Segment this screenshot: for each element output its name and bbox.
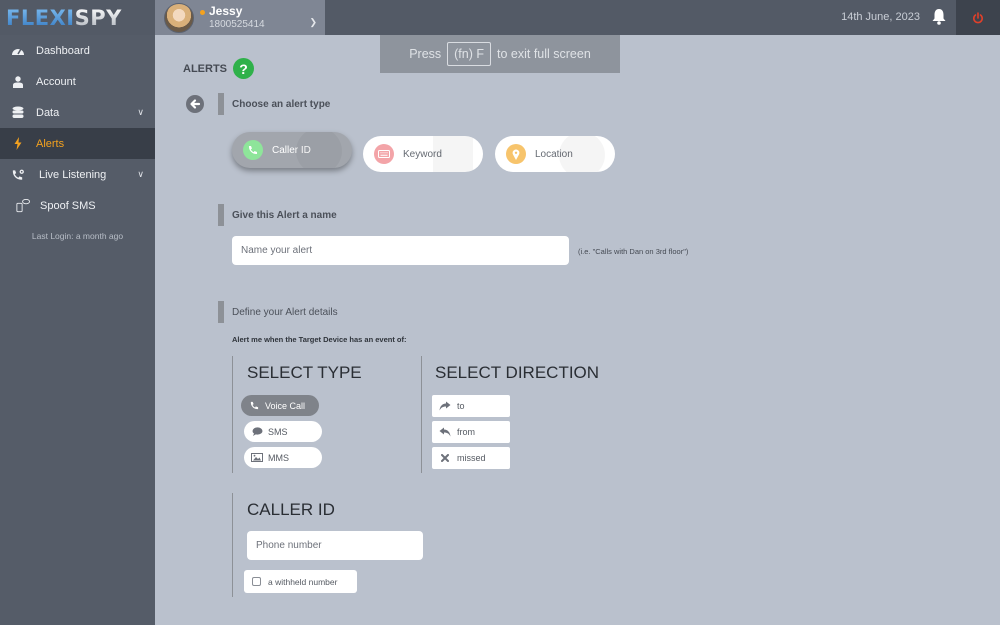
type-option-label: MMS [268,452,289,463]
section-label: Choose an alert type [232,98,331,110]
withheld-label: a withheld number [268,576,338,587]
divider-left [232,356,233,473]
direction-label: from [457,427,475,437]
alert-type-location[interactable]: Location [495,136,615,172]
image-icon [251,453,263,462]
type-option-label: Voice Call [265,400,306,411]
sidebar-item-label: Account [36,75,76,88]
sidebar: Dashboard Account Data ∨ Alerts Live Lis… [0,35,155,625]
top-bar: FLEXI SPY Jessy 1800525414 ❯ 14th June, 2… [0,0,1000,35]
user-menu[interactable]: Jessy 1800525414 ❯ [155,0,325,35]
bell-icon[interactable] [931,8,947,25]
sidebar-item-live-listening[interactable]: Live Listening ∨ [0,159,155,190]
sidebar-item-dashboard[interactable]: Dashboard [0,35,155,66]
page-title-text: ALERTS [183,62,227,75]
type-option-mms[interactable]: MMS [244,447,322,468]
alert-type-caller-id[interactable]: Caller ID [232,132,352,168]
map-pin-icon [506,144,526,164]
select-type-title: SELECT TYPE [247,363,362,382]
share-arrow-icon [439,401,451,411]
flexispy-logo[interactable]: FLEXI SPY [0,0,155,35]
phone-icon [243,140,263,160]
type-option-label: SMS [268,426,288,437]
logo-part-1: FLEXI [6,5,75,30]
keyboard-icon [374,144,394,164]
fullscreen-rest: to exit full screen [497,47,591,61]
logo-part-2: SPY [74,5,122,30]
power-icon [973,11,983,23]
sidebar-item-data[interactable]: Data ∨ [0,97,155,128]
phone-number-input[interactable] [247,531,423,560]
chevron-down-icon[interactable]: ∨ [137,107,144,118]
watermark-shape [433,136,473,172]
direction-label: missed [457,453,486,463]
sidebar-item-alerts[interactable]: Alerts [0,128,155,159]
alert-type-keyword[interactable]: Keyword [363,136,483,172]
alert-me-text: Alert me when the Target Device has an e… [232,335,407,344]
sidebar-item-label: Live Listening [39,168,107,181]
x-icon [439,454,451,462]
section-choose-type: Choose an alert type [218,93,330,115]
withheld-number-checkbox[interactable]: a withheld number [244,570,357,593]
checkbox-box[interactable] [252,577,261,586]
phone-gear-icon [11,168,25,182]
avatar [164,2,194,33]
sidebar-item-label: Dashboard [36,44,90,57]
select-direction-title: SELECT DIRECTION [435,363,600,382]
reply-arrow-icon [439,427,451,437]
online-status-dot [200,9,205,15]
alert-name-hint: (i.e. "Calls with Dan on 3rd floor") [578,247,689,256]
type-option-voice-call[interactable]: Voice Call [241,395,319,416]
phone-icon [248,401,260,410]
speech-bubble-icon [251,427,263,436]
logout-button[interactable] [956,0,1000,35]
sidebar-item-label: Alerts [36,137,65,150]
section-bar [218,301,224,323]
chevron-down-icon[interactable]: ∨ [137,169,144,180]
sidebar-item-account[interactable]: Account [0,66,155,97]
divider-caller-id [232,493,233,597]
divider-middle [421,356,422,473]
user-phone: 1800525414 [209,18,265,30]
watermark-shape [296,132,342,168]
type-option-sms[interactable]: SMS [244,421,322,442]
fullscreen-notice: Press (fn) F to exit full screen [380,35,620,73]
sidebar-item-spoof-sms[interactable]: Spoof SMS [0,190,155,221]
fullscreen-press: Press [409,47,442,61]
sidebar-item-label: Spoof SMS [40,199,96,212]
database-icon [11,106,25,120]
section-bar [218,204,224,226]
direction-option-to[interactable]: to [432,395,510,417]
section-label: Give this Alert a name [232,209,337,221]
fullscreen-key: (fn) F [447,42,491,66]
bolt-icon [11,137,25,151]
section-define-details: Define your Alert details [218,301,338,323]
section-bar [218,93,224,115]
last-login: Last Login: a month ago [31,231,124,241]
user-name: Jessy [209,4,243,19]
caller-id-title: CALLER ID [247,500,335,519]
alert-name-input[interactable] [232,236,569,265]
chevron-down-icon[interactable]: ❯ [309,17,317,28]
back-arrow-icon[interactable] [186,95,204,113]
sidebar-item-label: Data [36,106,60,119]
current-date: 14th June, 2023 [841,11,920,23]
section-label: Define your Alert details [232,306,338,318]
dashboard-icon [11,44,25,58]
watermark-shape [559,136,605,172]
phone-message-icon [16,198,30,213]
user-icon [11,75,25,89]
direction-label: to [457,401,465,411]
page-title: ALERTS ? [183,58,254,79]
direction-option-missed[interactable]: missed [432,447,510,469]
section-give-name: Give this Alert a name [218,204,337,226]
direction-option-from[interactable]: from [432,421,510,443]
help-icon[interactable]: ? [233,58,254,79]
